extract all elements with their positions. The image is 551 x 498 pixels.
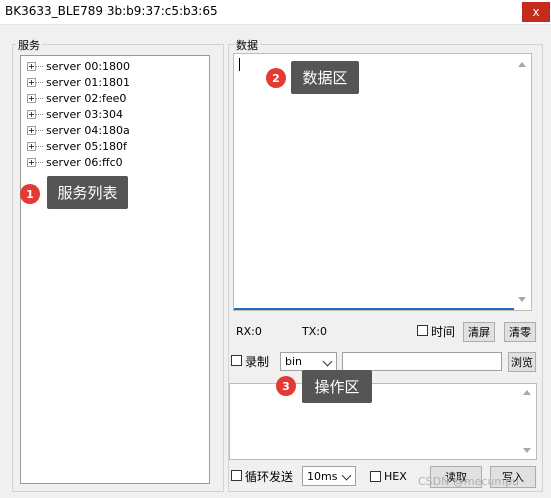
tree-item-service[interactable]: server 01:1801 — [21, 74, 130, 90]
focus-underline — [234, 308, 514, 310]
expand-icon[interactable] — [27, 125, 36, 135]
time-checkbox-label: 时间 — [431, 325, 456, 339]
expand-icon[interactable] — [27, 61, 36, 71]
tree-item-service[interactable]: server 00:1800 — [21, 58, 130, 74]
loop-send-checkbox[interactable] — [231, 470, 242, 481]
scroll-up-icon[interactable] — [523, 390, 531, 395]
tree-item-label: server 00:1800 — [46, 59, 131, 73]
tree-item-service[interactable]: server 06:ffc0 — [21, 154, 123, 170]
data-group-label: 数据 — [234, 37, 260, 53]
send-input[interactable] — [229, 383, 537, 460]
chevron-down-icon — [341, 470, 352, 481]
tree-item-service[interactable]: server 03:304 — [21, 106, 123, 122]
tree-item-label: server 04:180a — [46, 123, 130, 137]
record-checkbox-label: 录制 — [245, 355, 270, 369]
loop-send-label: 循环发送 — [245, 470, 294, 484]
annotation-badge-2: 2 — [266, 68, 286, 88]
text-caret — [239, 58, 240, 71]
hex-checkbox[interactable] — [370, 471, 381, 482]
browse-button[interactable]: 浏览 — [508, 352, 536, 372]
close-icon: x — [532, 5, 540, 19]
tree-item-service[interactable]: server 02:fee0 — [21, 90, 126, 106]
title-bar: BK3633_BLE789 3b:b9:37:c5:b3:65 x — [0, 0, 551, 25]
record-path-input[interactable] — [342, 352, 502, 371]
close-button[interactable]: x — [522, 2, 550, 22]
clear-screen-button[interactable]: 清屏 — [463, 322, 495, 342]
interval-select[interactable]: 10ms — [302, 466, 356, 486]
annotation-label-3: 操作区 — [302, 370, 372, 403]
services-group-label: 服务 — [16, 37, 42, 53]
record-checkbox[interactable] — [231, 355, 242, 366]
service-tree[interactable]: server 00:1800 server 01:1801 server 02:… — [20, 55, 210, 484]
tree-item-label: server 06:ffc0 — [46, 155, 123, 169]
tree-item-service[interactable]: server 05:180f — [21, 138, 127, 154]
expand-icon[interactable] — [27, 157, 36, 167]
data-scrollbar[interactable] — [514, 54, 531, 310]
annotation-label-1: 服务列表 — [47, 176, 128, 209]
expand-icon[interactable] — [27, 109, 36, 119]
send-scrollbar[interactable] — [519, 384, 536, 459]
record-format-select[interactable]: bin — [280, 352, 337, 371]
record-format-value: bin — [285, 355, 303, 368]
tree-item-label: server 05:180f — [46, 139, 127, 153]
tree-item-label: server 01:1801 — [46, 75, 131, 89]
scroll-down-icon[interactable] — [518, 297, 526, 302]
expand-icon[interactable] — [27, 93, 36, 103]
scroll-up-icon[interactable] — [518, 62, 526, 67]
hex-checkbox-label: HEX — [384, 470, 407, 483]
clear-zero-button[interactable]: 清零 — [504, 322, 536, 342]
annotation-label-2: 数据区 — [291, 61, 359, 94]
tree-item-label: server 02:fee0 — [46, 91, 127, 105]
scroll-down-icon[interactable] — [523, 448, 531, 453]
window-title: BK3633_BLE789 3b:b9:37:c5:b3:65 — [5, 4, 218, 18]
data-display[interactable] — [233, 53, 532, 311]
chevron-down-icon — [322, 356, 333, 367]
rx-counter: RX:0 — [236, 325, 262, 338]
watermark: CSDN @mecumpu — [418, 475, 520, 488]
annotation-badge-1: 1 — [20, 184, 40, 204]
interval-value: 10ms — [307, 469, 338, 483]
expand-icon[interactable] — [27, 141, 36, 151]
expand-icon[interactable] — [27, 77, 36, 87]
annotation-badge-3: 3 — [276, 376, 296, 396]
tree-item-label: server 03:304 — [46, 107, 124, 121]
tx-counter: TX:0 — [302, 325, 327, 338]
tree-item-service[interactable]: server 04:180a — [21, 122, 130, 138]
time-checkbox[interactable] — [417, 325, 428, 336]
